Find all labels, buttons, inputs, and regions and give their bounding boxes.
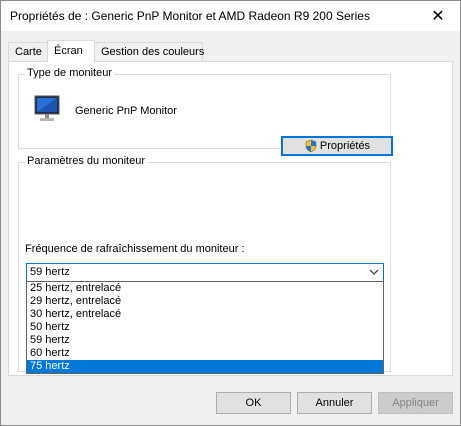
refresh-option-30i[interactable]: 30 hertz, entrelacé — [27, 308, 383, 321]
title-bar[interactable]: Propriétés de : Generic PnP Monitor et A… — [1, 1, 460, 31]
monitor-type-legend: Type de moniteur — [25, 67, 114, 79]
apply-button[interactable]: Appliquer — [378, 392, 453, 414]
cancel-button[interactable]: Annuler — [297, 392, 372, 414]
close-button[interactable]: ✕ — [416, 1, 460, 31]
monitor-name: Generic PnP Monitor — [75, 105, 177, 117]
tab-ecran[interactable]: Écran — [47, 40, 95, 62]
tab-carte[interactable]: Carte — [8, 42, 48, 61]
refresh-option-60[interactable]: 60 hertz — [27, 347, 383, 360]
properties-dialog: Propriétés de : Generic PnP Monitor et A… — [0, 0, 461, 426]
monitor-type-group: Type de moniteur Generic PnP Monitor Pro… — [18, 67, 393, 156]
window-title: Propriétés de : Generic PnP Monitor et A… — [10, 9, 370, 23]
close-icon: ✕ — [431, 8, 445, 25]
refresh-rate-selected-value: 59 hertz — [30, 266, 70, 278]
tab-gestion-couleurs[interactable]: Gestion des couleurs — [94, 42, 204, 61]
refresh-rate-select[interactable]: 59 hertz — [26, 263, 384, 282]
refresh-option-59[interactable]: 59 hertz — [27, 334, 383, 347]
refresh-option-50[interactable]: 50 hertz — [27, 321, 383, 334]
tab-panel-ecran: Type de moniteur Generic PnP Monitor Pro… — [8, 61, 453, 376]
ok-button[interactable]: OK — [216, 392, 291, 414]
monitor-icon — [34, 95, 60, 121]
refresh-option-29i[interactable]: 29 hertz, entrelacé — [27, 295, 383, 308]
monitor-properties-button[interactable]: Propriétés — [281, 136, 393, 156]
chevron-down-icon — [369, 269, 379, 275]
refresh-option-25i[interactable]: 25 hertz, entrelacé — [27, 282, 383, 295]
refresh-rate-label: Fréquence de rafraîchissement du moniteu… — [25, 243, 245, 255]
tab-strip: Carte Écran Gestion des couleurs — [8, 40, 453, 62]
monitor-settings-legend: Paramètres du moniteur — [25, 155, 147, 167]
refresh-rate-dropdown-list: 25 hertz, entrelacé 29 hertz, entrelacé … — [26, 281, 384, 374]
refresh-option-75[interactable]: 75 hertz — [27, 360, 383, 373]
monitor-properties-label: Propriétés — [319, 140, 371, 152]
shield-icon — [305, 139, 317, 153]
